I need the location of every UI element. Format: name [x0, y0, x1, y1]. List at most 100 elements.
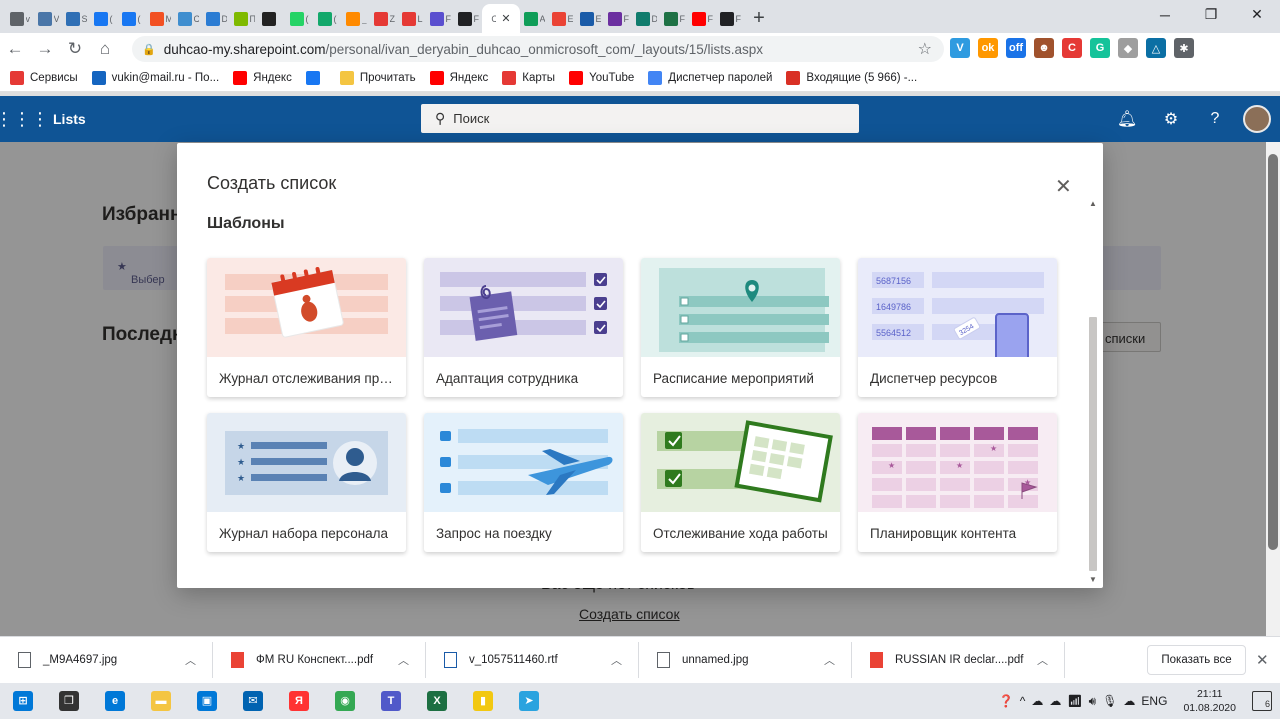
tab-close-icon[interactable]: ✕: [501, 12, 510, 25]
user-avatar[interactable]: [1243, 105, 1271, 133]
extension-icon[interactable]: G: [1090, 38, 1110, 58]
show-all-downloads-button[interactable]: Показать все: [1147, 645, 1246, 675]
bookmark-item[interactable]: YouTube: [569, 71, 634, 85]
template-card-event-itinerary[interactable]: Расписание мероприятий: [641, 258, 840, 397]
onedrive-icon[interactable]: ☁: [1031, 694, 1043, 708]
taskbar-telegram[interactable]: ➤: [506, 683, 552, 719]
chevron-up-icon[interactable]: ︿: [1037, 652, 1048, 668]
page-scrollbar-thumb[interactable]: [1268, 154, 1278, 550]
browser-tab[interactable]: E: [576, 4, 604, 33]
browser-tab[interactable]: F: [604, 4, 632, 33]
bookmark-item[interactable]: Прочитать: [339, 71, 416, 85]
browser-tab[interactable]: (: [314, 4, 342, 33]
extension-icon[interactable]: C: [1062, 38, 1082, 58]
download-item[interactable]: ФМ RU Конспект....pdf ︿: [213, 642, 426, 678]
browser-tab[interactable]: Z: [370, 4, 398, 33]
browser-tab[interactable]: L: [398, 4, 426, 33]
clock[interactable]: 21:11 01.08.2020: [1183, 687, 1236, 715]
browser-tab[interactable]: v: [6, 4, 34, 33]
bookmark-item[interactable]: Яндекс: [429, 71, 488, 85]
reload-button[interactable]: ↻: [60, 34, 90, 64]
download-item[interactable]: _M9A4697.jpg ︿: [0, 642, 213, 678]
template-card-recruitment-tracker[interactable]: ★ ★ ★ Журнал набора персонала: [207, 413, 406, 552]
bookmark-item[interactable]: vukin@mail.ru - По...: [91, 71, 219, 85]
bookmark-item[interactable]: Карты: [502, 71, 555, 85]
bookmark-item[interactable]: Входящие (5 966) -...: [786, 71, 917, 85]
scroll-up-icon[interactable]: ▲: [1089, 199, 1097, 208]
bookmark-item[interactable]: Сервисы: [10, 71, 78, 85]
browser-tab[interactable]: (: [118, 4, 146, 33]
taskbar-explorer[interactable]: ▬: [138, 683, 184, 719]
extension-icon[interactable]: off: [1006, 38, 1026, 58]
browser-tab-active[interactable]: C ✕: [482, 4, 520, 33]
microphone-icon[interactable]: 🎙︎: [1102, 694, 1117, 708]
browser-tab[interactable]: De: [202, 4, 230, 33]
chevron-up-icon[interactable]: ︿: [611, 652, 622, 668]
close-icon[interactable]: ✕: [1055, 177, 1072, 197]
extension-icon[interactable]: ok: [978, 38, 998, 58]
forward-button[interactable]: →: [30, 34, 60, 64]
address-bar[interactable]: 🔒 duhcao-my.sharepoint.com/personal/ivan…: [132, 36, 944, 62]
chevron-up-icon[interactable]: ︿: [185, 652, 196, 668]
extension-icon[interactable]: ✱: [1174, 38, 1194, 58]
browser-tab[interactable]: (: [286, 4, 314, 33]
sync-cloud-icon[interactable]: ☁: [1123, 694, 1135, 708]
close-window-button[interactable]: ✕: [1234, 0, 1280, 29]
browser-tab[interactable]: (: [90, 4, 118, 33]
extension-icon[interactable]: ◆: [1118, 38, 1138, 58]
maximize-button[interactable]: ❐: [1188, 0, 1234, 29]
chevron-up-icon[interactable]: ︿: [824, 652, 835, 668]
new-tab-button[interactable]: +: [744, 4, 774, 33]
browser-tab[interactable]: _: [342, 4, 370, 33]
template-card-onboarding[interactable]: Адаптация сотрудника: [424, 258, 623, 397]
page-scrollbar[interactable]: [1266, 142, 1280, 636]
home-button[interactable]: ⌂: [90, 34, 120, 64]
download-item[interactable]: unnamed.jpg ︿: [639, 642, 852, 678]
taskbar-edge[interactable]: e: [92, 683, 138, 719]
bookmark-item[interactable]: [305, 71, 326, 85]
extension-icon[interactable]: V: [950, 38, 970, 58]
extension-icon[interactable]: △: [1146, 38, 1166, 58]
template-card-issue-tracker[interactable]: Журнал отслеживания проблем: [207, 258, 406, 397]
app-launcher-icon[interactable]: ⋮⋮⋮: [0, 109, 49, 130]
browser-tab[interactable]: П: [230, 4, 258, 33]
browser-tab[interactable]: A: [520, 4, 548, 33]
browser-tab[interactable]: F: [454, 4, 482, 33]
download-item[interactable]: v_1057511460.rtf ︿: [426, 642, 639, 678]
browser-tab[interactable]: C: [174, 4, 202, 33]
chevron-up-icon[interactable]: ^: [1020, 694, 1026, 708]
template-card-content-scheduler[interactable]: ★ ★ ★ ★ Планировщик контента: [858, 413, 1057, 552]
browser-tab[interactable]: Vk: [34, 4, 62, 33]
taskbar-chrome[interactable]: ◉: [322, 683, 368, 719]
browser-tab[interactable]: F: [426, 4, 454, 33]
bookmark-item[interactable]: Диспетчер паролей: [648, 71, 772, 85]
browser-tab[interactable]: D: [632, 4, 660, 33]
taskbar-start[interactable]: ⊞: [0, 683, 46, 719]
help-question-icon[interactable]: ?: [1193, 110, 1237, 128]
volume-icon[interactable]: 🔊︎: [1089, 694, 1097, 709]
chevron-up-icon[interactable]: ︿: [398, 652, 409, 668]
dialog-scrollbar[interactable]: ▲ ▼: [1088, 195, 1098, 587]
taskbar-yandex[interactable]: Я: [276, 683, 322, 719]
taskbar-mail[interactable]: ✉: [230, 683, 276, 719]
taskbar-powerbi[interactable]: ▮: [460, 683, 506, 719]
bookmark-item[interactable]: Яндекс: [233, 71, 292, 85]
browser-tab[interactable]: M: [146, 4, 174, 33]
taskbar-teams[interactable]: T: [368, 683, 414, 719]
cloud-icon[interactable]: ☁: [1049, 694, 1061, 708]
taskbar-task-view[interactable]: ❒: [46, 683, 92, 719]
browser-tab[interactable]: F: [660, 4, 688, 33]
settings-gear-icon[interactable]: ⚙: [1149, 109, 1193, 129]
template-card-travel-request[interactable]: Запрос на поездку: [424, 413, 623, 552]
close-icon[interactable]: ✕: [1256, 651, 1269, 669]
taskbar-store[interactable]: ▣: [184, 683, 230, 719]
back-button[interactable]: ←: [0, 34, 30, 64]
browser-tab[interactable]: E: [548, 4, 576, 33]
browser-tab[interactable]: [258, 4, 286, 33]
bookmark-star-icon[interactable]: ☆: [918, 39, 932, 59]
scroll-down-icon[interactable]: ▼: [1089, 575, 1097, 584]
minimize-button[interactable]: ─: [1142, 0, 1188, 29]
app-title[interactable]: Lists: [53, 111, 86, 127]
taskbar-excel[interactable]: X: [414, 683, 460, 719]
language-indicator[interactable]: ENG: [1141, 694, 1167, 708]
